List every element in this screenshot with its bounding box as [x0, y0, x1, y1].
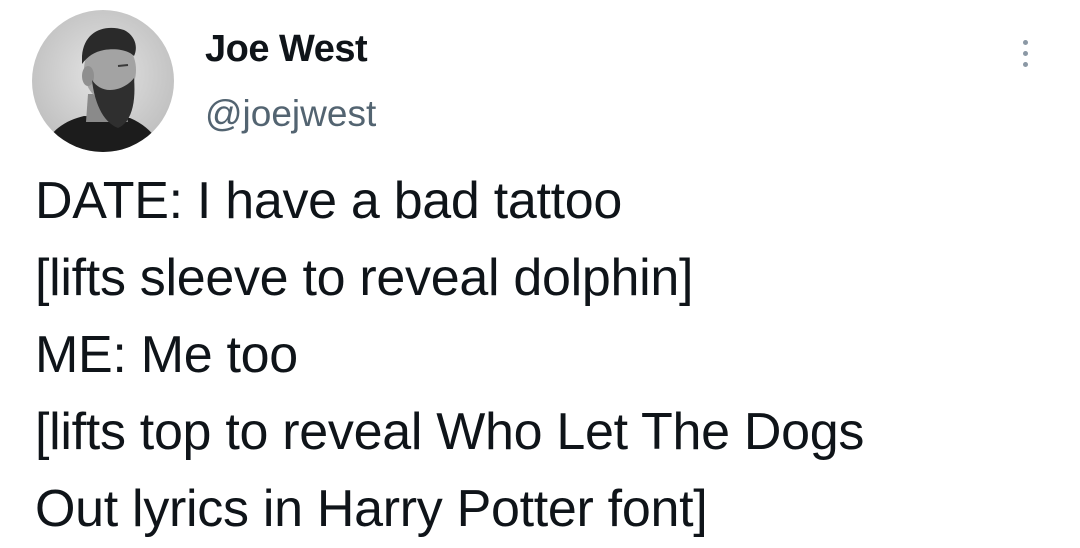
tweet-line: [lifts sleeve to reveal dolphin] [35, 249, 694, 307]
tweet-body: DATE: I have a bad tattoo [lifts sleeve … [35, 163, 1065, 548]
tweet-line: ME: Me too [35, 326, 298, 384]
more-options-dot [1022, 39, 1028, 45]
tweet-line: DATE: I have a bad tattoo [35, 172, 622, 230]
profile-photo-icon [32, 10, 174, 152]
author-display-name[interactable]: Joe West [205, 28, 368, 71]
more-options-dot [1022, 50, 1028, 56]
tweet-line: Out lyrics in Harry Potter font] [35, 480, 708, 538]
author-handle[interactable]: @joejwest [205, 93, 376, 135]
tweet-line: [lifts top to reveal Who Let The Dogs [35, 403, 865, 461]
avatar[interactable] [32, 10, 174, 152]
more-options-icon[interactable] [1008, 30, 1042, 76]
more-options-dot [1022, 61, 1028, 67]
tweet-card: Joe West @joejwest DATE: I have a bad ta… [0, 0, 1080, 547]
